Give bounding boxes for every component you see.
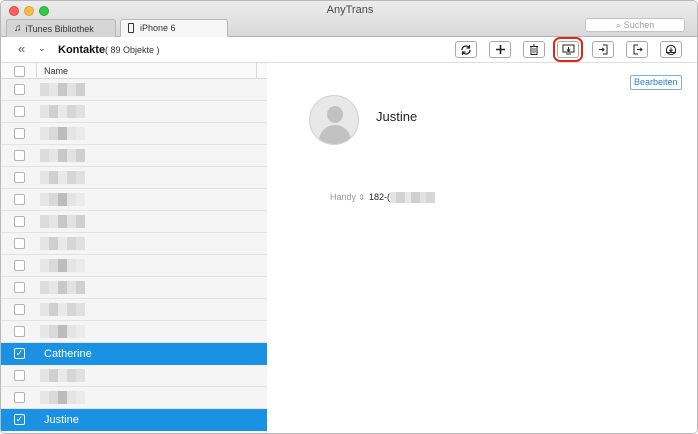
list-item[interactable] xyxy=(1,255,267,277)
search-input[interactable]: ⌕ Suchen xyxy=(585,18,685,32)
redacted-name xyxy=(40,83,85,96)
list-item[interactable] xyxy=(1,123,267,145)
app-window: AnyTrans ♫ iTunes Bibliothek iPhone 6 ⌕ … xyxy=(0,0,698,434)
chevron-down-icon[interactable]: ⌄ xyxy=(38,43,46,54)
list-item[interactable]: ✓ Justine xyxy=(1,409,267,431)
redacted-name xyxy=(40,215,85,228)
list-item[interactable] xyxy=(1,233,267,255)
row-checkbox[interactable]: ✓ xyxy=(14,348,25,359)
delete-button[interactable] xyxy=(523,41,545,58)
phone-value[interactable]: 182-( xyxy=(369,192,390,202)
export-button[interactable] xyxy=(626,41,648,58)
avatar-body-shape xyxy=(319,125,351,144)
trash-icon xyxy=(530,44,538,55)
refresh-button[interactable] xyxy=(455,41,477,58)
row-checkbox[interactable] xyxy=(14,260,25,271)
select-all-checkbox[interactable] xyxy=(14,66,25,77)
redacted-name xyxy=(40,391,85,404)
list-item[interactable]: ✓ Catherine xyxy=(1,343,267,365)
redacted-name xyxy=(40,105,85,118)
checkmark-icon: ✓ xyxy=(15,414,24,424)
redacted-name xyxy=(40,127,85,140)
redacted-name xyxy=(40,281,85,294)
title-bar: AnyTrans ♫ iTunes Bibliothek iPhone 6 ⌕ … xyxy=(1,1,697,37)
tab-itunes-library[interactable]: ♫ iTunes Bibliothek xyxy=(6,19,116,37)
stepper-icon: ⇕ xyxy=(356,193,365,202)
checkmark-icon: ✓ xyxy=(15,348,24,358)
redacted-name xyxy=(40,193,85,206)
row-checkbox[interactable] xyxy=(14,216,25,227)
list-item[interactable] xyxy=(1,299,267,321)
row-checkbox[interactable] xyxy=(14,392,25,403)
column-header-name[interactable]: Name xyxy=(44,66,68,76)
contact-name-label: Catherine xyxy=(44,348,92,360)
phone-value-redacted xyxy=(390,192,435,203)
list-item[interactable] xyxy=(1,79,267,101)
list-item[interactable] xyxy=(1,189,267,211)
list-item[interactable] xyxy=(1,167,267,189)
phone-label[interactable]: Handy ⇕ xyxy=(330,192,365,202)
row-checkbox[interactable] xyxy=(14,370,25,381)
row-checkbox[interactable] xyxy=(14,84,25,95)
redacted-name xyxy=(40,237,85,250)
row-checkbox[interactable] xyxy=(14,238,25,249)
row-checkbox[interactable] xyxy=(14,106,25,117)
transfer-to-computer-button[interactable] xyxy=(553,37,583,62)
back-double-chevron-icon[interactable]: « xyxy=(18,41,25,56)
list-item[interactable] xyxy=(1,365,267,387)
avatar xyxy=(309,95,359,145)
to-computer-icon xyxy=(562,44,574,55)
column-divider xyxy=(36,63,37,79)
redacted-name xyxy=(40,259,85,272)
plus-icon xyxy=(495,45,505,54)
iphone-icon xyxy=(128,23,134,33)
contact-name: Justine xyxy=(376,109,418,124)
column-divider xyxy=(256,63,257,79)
contact-name-label: Justine xyxy=(44,414,79,426)
tab-label: iPhone 6 xyxy=(140,23,176,33)
row-checkbox[interactable] xyxy=(14,326,25,337)
list-item[interactable] xyxy=(1,145,267,167)
redacted-name xyxy=(40,149,85,162)
import-icon xyxy=(598,44,607,55)
import-button[interactable] xyxy=(592,41,614,58)
export-icon xyxy=(633,44,643,55)
row-checkbox[interactable] xyxy=(14,282,25,293)
view-title: Kontakte xyxy=(58,44,106,56)
row-checkbox[interactable] xyxy=(14,194,25,205)
tab-iphone[interactable]: iPhone 6 xyxy=(120,19,228,37)
phone-label-text: Handy xyxy=(330,192,357,202)
list-item[interactable] xyxy=(1,101,267,123)
redacted-name xyxy=(40,325,85,338)
refresh-icon xyxy=(461,44,471,55)
contact-list: Name ✓ Catherine ✓ Justine xyxy=(1,63,267,433)
avatar-head-shape xyxy=(327,106,343,123)
object-count: ( 89 Objekte ) xyxy=(105,45,160,55)
list-item[interactable] xyxy=(1,387,267,409)
add-button[interactable] xyxy=(489,41,511,58)
list-header: Name xyxy=(1,63,267,79)
redacted-name xyxy=(40,369,85,382)
row-checkbox[interactable] xyxy=(14,150,25,161)
search-placeholder: Suchen xyxy=(623,20,655,30)
tab-label: iTunes Bibliothek xyxy=(25,23,94,34)
window-title: AnyTrans xyxy=(326,4,374,16)
toolbar: « ⌄ Kontakte ( 89 Objekte ) xyxy=(1,37,697,63)
row-checkbox[interactable] xyxy=(14,304,25,315)
redacted-name xyxy=(40,303,85,316)
list-item[interactable] xyxy=(1,321,267,343)
search-icon: ⌕ xyxy=(615,19,621,30)
row-checkbox[interactable] xyxy=(14,172,25,183)
to-device-icon xyxy=(665,44,677,55)
row-checkbox[interactable] xyxy=(14,128,25,139)
list-item[interactable] xyxy=(1,277,267,299)
row-checkbox[interactable]: ✓ xyxy=(14,414,25,425)
send-to-device-button[interactable] xyxy=(660,41,682,58)
edit-button[interactable]: Bearbeiten xyxy=(630,75,682,90)
music-note-icon: ♫ xyxy=(14,23,22,34)
contact-detail-panel: Bearbeiten Justine Handy ⇕ 182-( xyxy=(268,63,697,433)
redacted-name xyxy=(40,171,85,184)
list-item[interactable] xyxy=(1,211,267,233)
